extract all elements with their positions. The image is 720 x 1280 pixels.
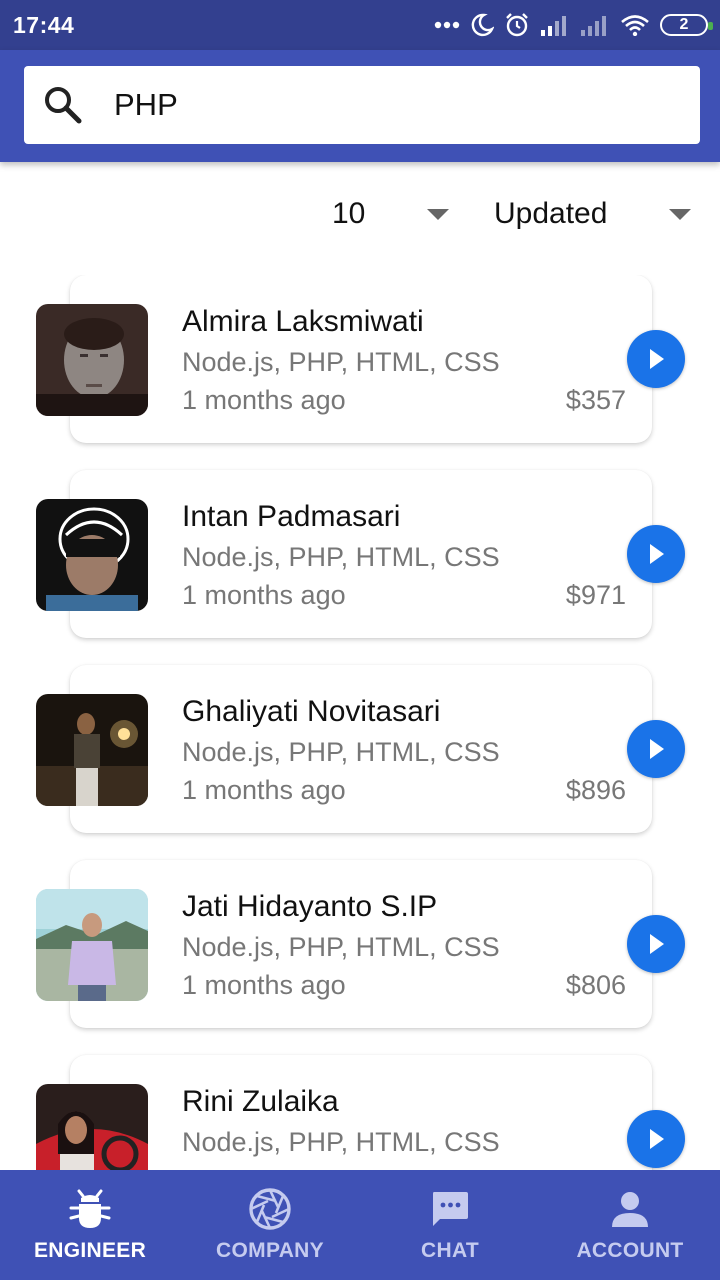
list-item[interactable]: Almira Laksmiwati Node.js, PHP, HTML, CS… [0,275,720,443]
list-item[interactable]: Intan Padmasari Node.js, PHP, HTML, CSS … [0,470,720,638]
avatar [36,304,148,416]
view-engineer-button[interactable] [627,330,685,388]
signal-icon-2 [581,16,606,36]
app-bar [0,50,720,162]
status-icons: 2 [434,10,713,40]
nav-label: COMPANY [216,1239,324,1262]
status-time: 17:44 [13,12,75,38]
avatar [36,1084,148,1170]
filter-bar: 10 Updated [0,190,720,238]
play-arrow-icon [650,1129,664,1149]
nav-label: ENGINEER [33,1239,147,1262]
search-icon [45,87,82,124]
engineer-price: $896 [565,775,626,805]
list-item[interactable]: Rini Zulaika Node.js, PHP, HTML, CSS [0,1055,720,1170]
engineer-skills: Node.js, PHP, HTML, CSS [182,1127,500,1157]
nav-chat[interactable]: CHAT [360,1170,540,1280]
engineer-price: $806 [565,970,626,1000]
nav-label: ACCOUNT [576,1239,684,1262]
bottom-navigation: ENGINEER COMPANY CHAT ACCOUNT [0,1170,720,1280]
engineer-name: Ghaliyati Novitasari [182,695,441,728]
engineer-skills: Node.js, PHP, HTML, CSS [182,542,500,572]
engineer-name: Intan Padmasari [182,500,401,533]
sort-value: Updated [494,197,608,230]
engineer-updated: 1 months ago [182,580,346,610]
account-icon [612,1192,648,1227]
battery-level: 2 [679,16,689,33]
chat-icon [433,1192,468,1226]
engineer-skills: Node.js, PHP, HTML, CSS [182,932,500,962]
wifi-icon [621,15,649,36]
play-arrow-icon [650,544,664,564]
engineer-price: $357 [565,385,626,415]
list-item[interactable]: Jati Hidayanto S.IP Node.js, PHP, HTML, … [0,860,720,1028]
view-engineer-button[interactable] [627,720,685,778]
avatar [36,499,148,611]
play-arrow-icon [650,349,664,369]
nav-company[interactable]: COMPANY [180,1170,360,1280]
moon-icon [471,13,494,37]
engineer-price: $971 [565,580,626,610]
nav-engineer[interactable]: ENGINEER [0,1170,180,1280]
engineer-skills: Node.js, PHP, HTML, CSS [182,347,500,377]
view-engineer-button[interactable] [627,525,685,583]
engineer-name: Almira Laksmiwati [182,305,424,338]
more-dots-icon [434,21,460,29]
engineer-skills: Node.js, PHP, HTML, CSS [182,737,500,767]
play-arrow-icon [650,739,664,759]
aperture-icon [249,1188,291,1230]
chevron-down-icon [669,209,691,220]
nav-label: CHAT [421,1239,479,1262]
bug-icon [69,1189,111,1228]
alarm-icon [506,13,528,37]
engineer-name: Jati Hidayanto S.IP [182,890,438,923]
list-item[interactable]: Ghaliyati Novitasari Node.js, PHP, HTML,… [0,665,720,833]
signal-icon [541,16,566,36]
search-input[interactable] [114,87,674,123]
engineer-name: Rini Zulaika [182,1085,339,1118]
view-engineer-button[interactable] [627,1110,685,1168]
status-bar: 17:44 2 [0,0,720,50]
battery-icon: 2 [660,14,713,36]
search-box[interactable] [24,66,700,144]
limit-value: 10 [332,197,366,230]
avatar [36,694,148,806]
play-arrow-icon [650,934,664,954]
view-engineer-button[interactable] [627,915,685,973]
engineer-updated: 1 months ago [182,775,346,805]
sort-dropdown[interactable]: Updated [494,190,694,238]
engineer-updated: 1 months ago [182,970,346,1000]
avatar [36,889,148,1001]
chevron-down-icon [427,209,449,220]
engineer-updated: 1 months ago [182,385,346,415]
engineer-list[interactable]: Almira Laksmiwati Node.js, PHP, HTML, CS… [0,275,720,1170]
limit-dropdown[interactable]: 10 [332,190,452,238]
nav-account[interactable]: ACCOUNT [540,1170,720,1280]
